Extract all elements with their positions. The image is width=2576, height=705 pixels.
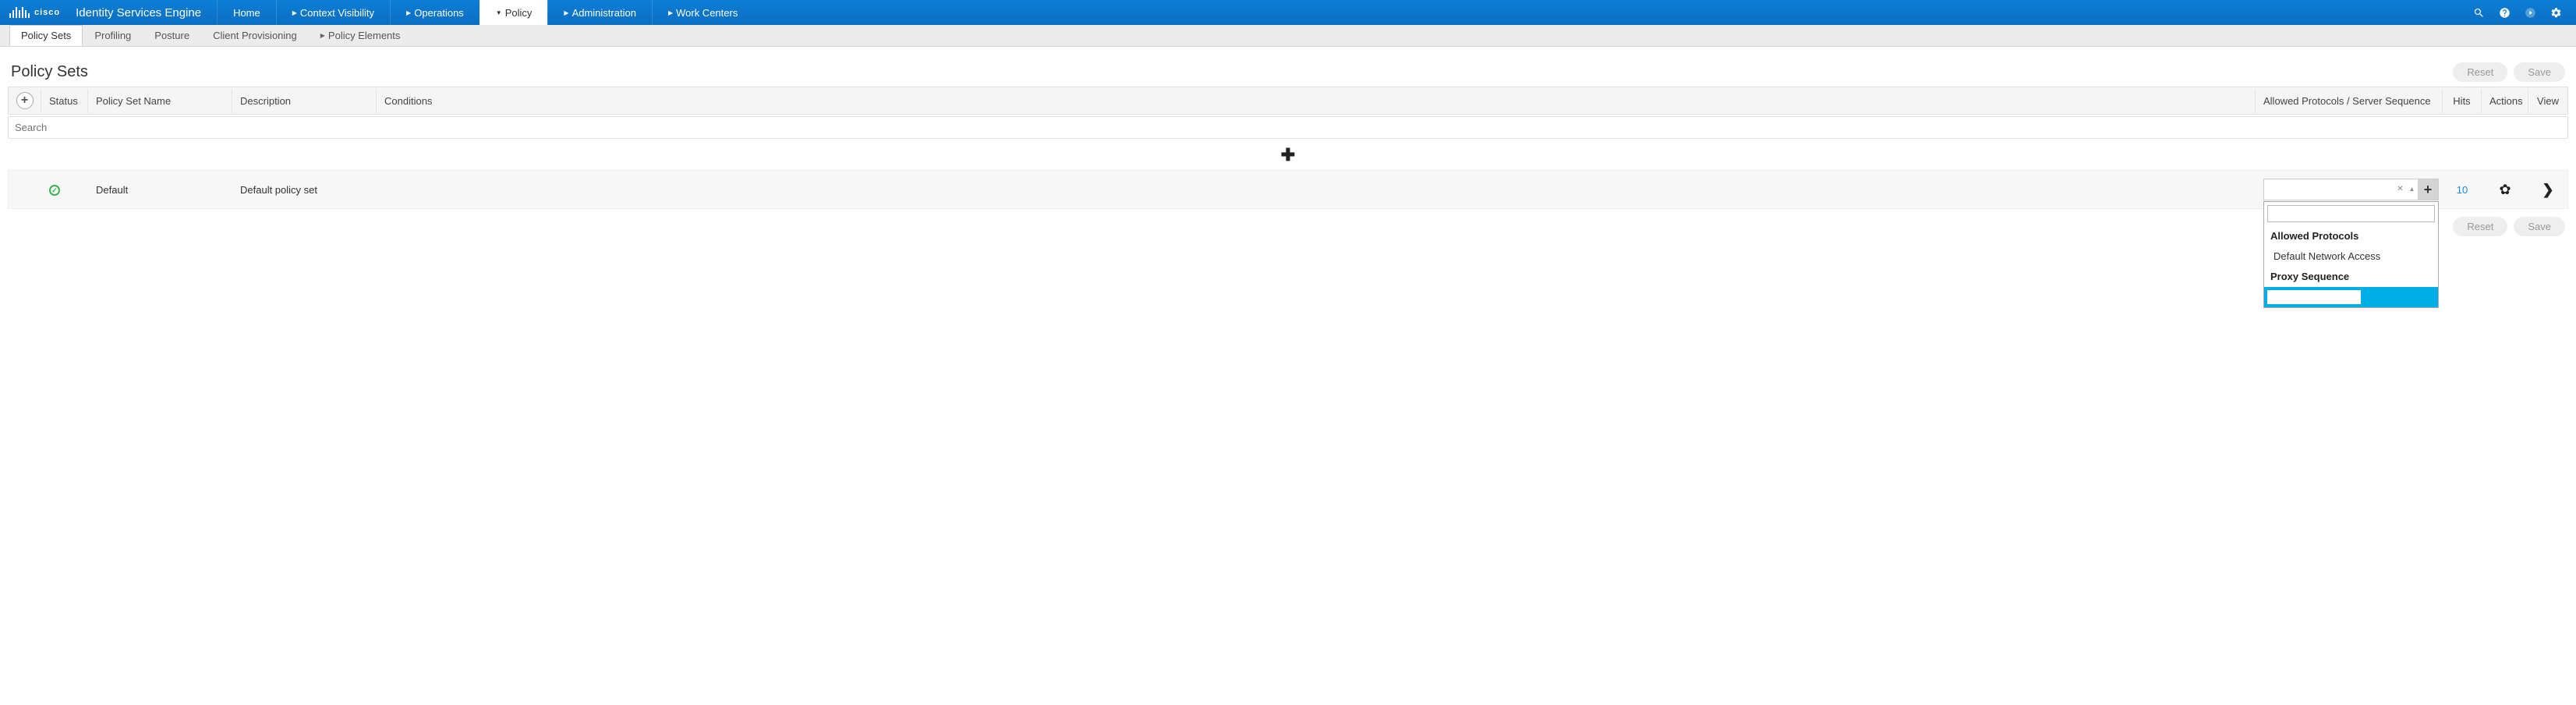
nav-admin-label: Administration [572,7,636,19]
col-view: View [2528,89,2567,113]
col-hits: Hits [2443,89,2482,113]
tab-policy-sets[interactable]: Policy Sets [9,25,83,46]
status-enabled-icon [49,185,60,196]
hits-value: 10 [2457,184,2468,196]
nav-operations-label: Operations [414,7,464,19]
dropdown-search-wrap [2264,202,2438,225]
gear-icon[interactable] [2550,7,2562,19]
logo-text: cisco [34,8,60,17]
col-description: Description [232,89,377,113]
nav-context-label: Context Visibility [300,7,374,19]
caret-up-icon[interactable]: ▲ [2406,179,2418,200]
caret-right-icon: ▶ [406,9,411,16]
col-status: Status [41,89,88,113]
nav-policy-label: Policy [505,7,533,19]
app-title: Identity Services Engine [69,6,217,19]
footer-buttons: Reset Save [8,209,2568,244]
nav-home[interactable]: Home [217,0,276,25]
nav-operations[interactable]: ▶Operations [390,0,479,25]
tab-policy-elements-label: Policy Elements [328,30,400,41]
nav-policy[interactable]: ▼Policy [479,0,548,25]
tab-policy-elements[interactable]: ▶Policy Elements [309,25,412,46]
page-content: Policy Sets Reset Save + Status Policy S… [0,47,2576,252]
add-protocol-button[interactable]: + [2418,179,2438,200]
search-icon[interactable] [2473,7,2485,19]
col-protocols: Allowed Protocols / Server Sequence [2256,89,2443,113]
protocols-combo: ✕ ▲ + Allowed Protocols Default Network … [2263,179,2439,200]
sub-nav: Policy Sets Profiling Posture Client Pro… [0,25,2576,47]
col-actions: Actions [2482,89,2528,113]
cisco-logo: cisco [0,7,69,18]
top-bar: cisco Identity Services Engine Home ▶Con… [0,0,2576,25]
page-header: Policy Sets Reset Save [8,55,2568,87]
clear-icon[interactable]: ✕ [2394,179,2406,200]
caret-right-icon: ▶ [320,32,325,39]
page-title: Policy Sets [11,63,88,81]
add-row-button[interactable]: ✚ [8,140,2568,170]
row-description: Default policy set [232,178,377,202]
protocols-select[interactable]: ✕ ▲ + [2263,179,2439,200]
top-icons [2459,7,2576,19]
add-policy-button[interactable]: + [16,92,34,109]
row-name: Default [88,178,232,202]
protocols-input[interactable] [2264,179,2394,200]
nav-administration[interactable]: ▶ Administration [547,0,652,25]
help-icon[interactable] [2499,7,2511,19]
caret-right-icon: ▶ [668,9,673,16]
cisco-logo-icon [9,7,30,18]
play-icon[interactable] [2525,7,2536,19]
dropdown-item-highlighted[interactable] [2264,287,2438,307]
view-arrow-icon[interactable]: ❯ [2542,182,2553,197]
search-input[interactable] [8,116,2568,139]
save-button[interactable]: Save [2514,62,2565,82]
table-row: Default Default policy set ✕ ▲ + Allowed… [8,170,2568,209]
dropdown-search-input[interactable] [2267,205,2435,222]
nav-work-label: Work Centers [676,7,738,19]
row-gear-icon[interactable]: ✿ [2499,182,2511,197]
save-button-footer[interactable]: Save [2514,217,2565,236]
caret-right-icon: ▶ [564,9,568,16]
search-row [8,115,2568,140]
reset-button[interactable]: Reset [2453,62,2507,82]
dropdown-section-allowed: Allowed Protocols [2264,225,2438,246]
table-header: + Status Policy Set Name Description Con… [8,87,2568,115]
main-nav: Home ▶Context Visibility ▶Operations ▼Po… [217,0,2459,25]
tab-profiling[interactable]: Profiling [83,25,143,46]
dropdown-section-proxy: Proxy Sequence [2264,266,2438,287]
dropdown-item-default-network-access[interactable]: Default Network Access [2264,246,2438,266]
header-buttons: Reset Save [2453,62,2565,82]
add-column: + [9,89,41,112]
dropdown-highlight-field [2267,290,2361,304]
col-conditions: Conditions [377,89,2256,113]
tab-posture[interactable]: Posture [143,25,201,46]
caret-down-icon: ▼ [496,9,502,16]
reset-button-footer[interactable]: Reset [2453,217,2507,236]
col-name: Policy Set Name [88,89,232,113]
nav-work-centers[interactable]: ▶Work Centers [652,0,753,25]
caret-right-icon: ▶ [292,9,297,16]
nav-context-visibility[interactable]: ▶Context Visibility [276,0,390,25]
protocols-dropdown: Allowed Protocols Default Network Access… [2263,201,2439,308]
tab-client-provisioning[interactable]: Client Provisioning [201,25,309,46]
